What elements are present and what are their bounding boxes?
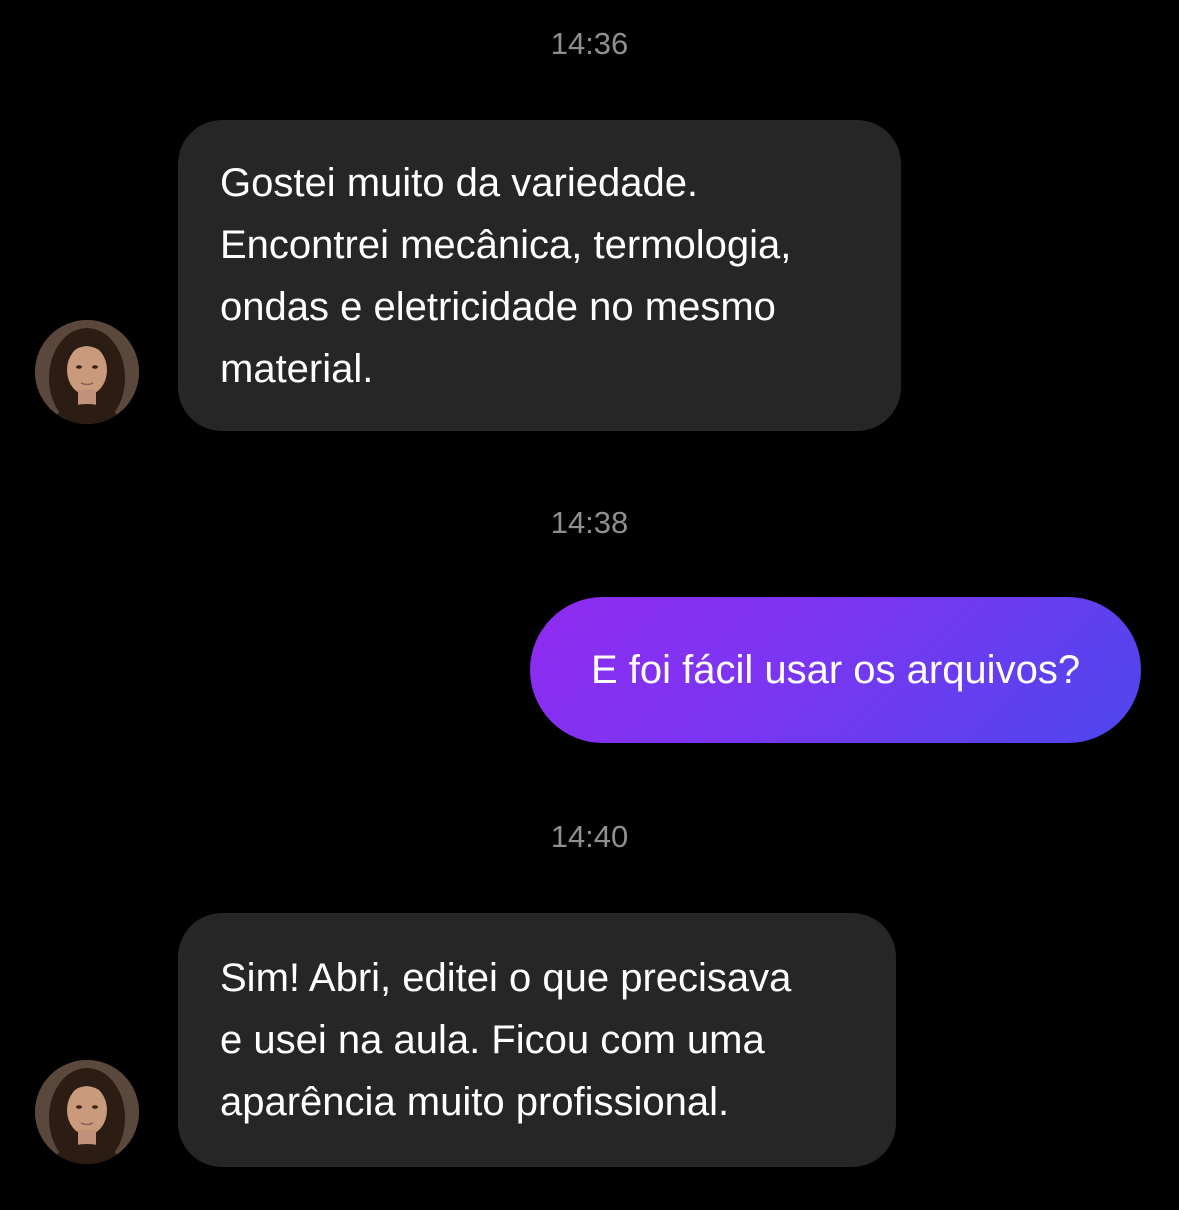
incoming-message-bubble[interactable]: Sim! Abri, editei o que precisava e usei… <box>178 913 896 1167</box>
outgoing-message-bubble[interactable]: E foi fácil usar os arquivos? <box>530 597 1141 743</box>
message-text-line: Sim! Abri, editei o que precisava <box>220 956 792 1000</box>
contact-avatar[interactable] <box>35 320 139 424</box>
message-text-line: aparência muito profissional. <box>220 1080 730 1124</box>
message-text: E foi fácil usar os arquivos? <box>590 647 1081 692</box>
incoming-message-bubble[interactable]: Gostei muito da variedade. Encontrei mec… <box>178 120 901 431</box>
message-timestamp: 14:40 <box>550 819 629 854</box>
message-text-line: Encontrei mecânica, termologia, <box>220 222 792 267</box>
message-timestamp: 14:36 <box>550 26 629 61</box>
message-text-line: e usei na aula. Ficou com uma <box>220 1018 765 1062</box>
message-text-line: material. <box>220 346 374 391</box>
message-text-line: Gostei muito da variedade. <box>220 160 699 205</box>
avatar-photo-icon <box>35 1060 139 1164</box>
contact-avatar[interactable] <box>35 1060 139 1164</box>
message-timestamp: 14:38 <box>550 505 629 540</box>
avatar-photo-icon <box>35 320 139 424</box>
message-text-line: ondas e eletricidade no mesmo <box>220 284 776 329</box>
